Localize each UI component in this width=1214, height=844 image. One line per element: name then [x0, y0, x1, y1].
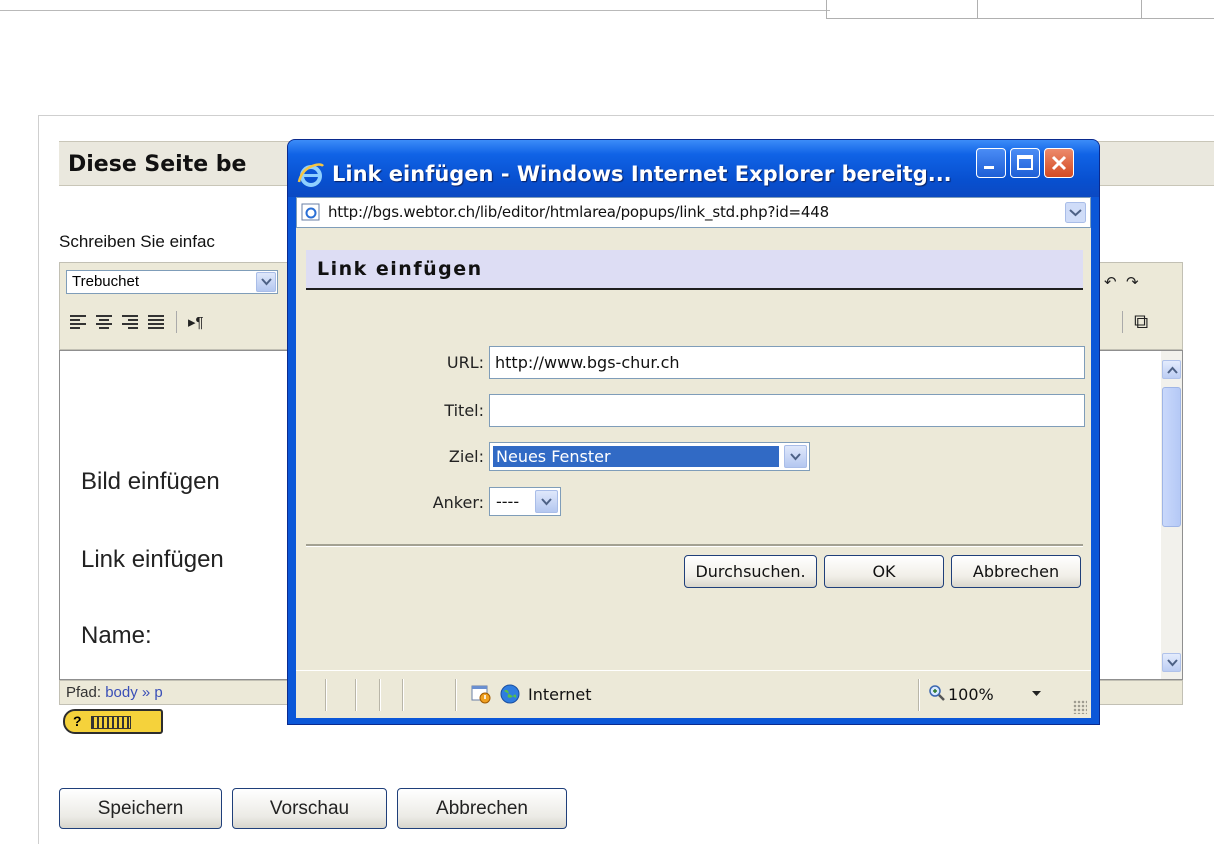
- title-label: Titel:: [444, 401, 484, 420]
- globe-icon: [500, 684, 520, 704]
- undo-icon[interactable]: ↶: [1104, 273, 1117, 291]
- zoom-dropdown-icon[interactable]: [1032, 691, 1041, 697]
- security-zone-label: Internet: [528, 685, 592, 704]
- magnifier-icon[interactable]: [928, 684, 946, 702]
- ok-button[interactable]: OK: [824, 555, 944, 588]
- dialog-title: Link einfügen: [306, 250, 1083, 290]
- target-value: Neues Fenster: [493, 446, 779, 467]
- pilcrow-ltr-icon[interactable]: ▸¶: [188, 313, 204, 331]
- anchor-value: ----: [496, 492, 520, 511]
- chevron-down-icon[interactable]: [535, 490, 558, 513]
- url-label: URL:: [446, 353, 484, 372]
- window-title: Link einfügen - Windows Internet Explore…: [332, 162, 952, 186]
- dialog-content: Link einfügen URL: http://www.bgs-chur.c…: [296, 228, 1091, 670]
- zoom-level[interactable]: 100%: [948, 685, 994, 704]
- resize-grip-icon[interactable]: [1073, 700, 1087, 714]
- preview-button[interactable]: Vorschau: [232, 788, 387, 829]
- path-separator: »: [141, 684, 151, 701]
- status-divider: [918, 679, 920, 711]
- chevron-down-icon[interactable]: [784, 445, 807, 468]
- anchor-select[interactable]: ----: [489, 487, 561, 516]
- target-select[interactable]: Neues Fenster: [489, 442, 810, 471]
- anchor-label: Anker:: [432, 493, 484, 512]
- save-button[interactable]: Speichern: [59, 788, 222, 829]
- title-input[interactable]: [489, 394, 1085, 427]
- align-justify-icon[interactable]: [148, 315, 164, 329]
- minimize-icon[interactable]: [976, 148, 1006, 178]
- toolbar-separator: [176, 311, 177, 333]
- address-url: http://bgs.webtor.ch/lib/editor/htmlarea…: [328, 203, 829, 221]
- scroll-down-icon[interactable]: [1162, 653, 1181, 672]
- font-family-select[interactable]: Trebuchet: [66, 270, 278, 294]
- status-divider: [325, 679, 327, 711]
- align-left-icon[interactable]: [70, 315, 86, 329]
- status-divider: [379, 679, 381, 711]
- align-right-icon[interactable]: [122, 315, 138, 329]
- help-badge: ?: [73, 713, 82, 729]
- instruction-text: Schreiben Sie einfac: [59, 232, 215, 251]
- popup-blocked-icon[interactable]: [470, 683, 492, 705]
- status-divider: [455, 679, 457, 711]
- chevron-down-icon[interactable]: [256, 272, 276, 292]
- top-tab[interactable]: [826, 0, 977, 19]
- keyboard-icon: [91, 716, 131, 729]
- scroll-thumb[interactable]: [1162, 387, 1181, 527]
- editor-line: Link einfügen: [81, 546, 224, 573]
- font-family-value: Trebuchet: [72, 273, 139, 290]
- maximize-icon[interactable]: [1010, 148, 1040, 178]
- status-divider: [402, 679, 404, 711]
- editor-line: Bild einfügen: [81, 468, 220, 495]
- scroll-up-icon[interactable]: [1162, 360, 1181, 379]
- align-center-icon[interactable]: [96, 315, 112, 329]
- cancel-button[interactable]: Abbrechen: [397, 788, 567, 829]
- address-bar[interactable]: http://bgs.webtor.ch/lib/editor/htmlarea…: [296, 197, 1091, 228]
- window-titlebar[interactable]: Link einfügen - Windows Internet Explore…: [288, 140, 1099, 197]
- top-rule: [0, 10, 830, 11]
- editor-line: Name:: [81, 622, 152, 649]
- redo-icon[interactable]: ↷: [1126, 273, 1139, 291]
- fullscreen-icon[interactable]: ⧉: [1134, 311, 1148, 334]
- dialog-cancel-button[interactable]: Abbrechen: [951, 555, 1081, 588]
- top-tab-strip: [826, 0, 1214, 19]
- path-label: Pfad:: [66, 684, 102, 701]
- link-popup-window: Link einfügen - Windows Internet Explore…: [287, 139, 1100, 725]
- close-icon[interactable]: [1044, 148, 1074, 178]
- ie-status-bar: Internet 100%: [296, 670, 1091, 718]
- top-tab[interactable]: [1141, 0, 1214, 19]
- ie-page-icon: [301, 203, 320, 221]
- top-tab[interactable]: [977, 0, 1141, 19]
- url-input[interactable]: http://www.bgs-chur.ch: [489, 346, 1085, 379]
- path-p-link[interactable]: p: [154, 684, 162, 701]
- path-body-link[interactable]: body: [105, 684, 138, 701]
- dialog-divider: [306, 544, 1083, 547]
- toolbar-separator: [1122, 311, 1123, 333]
- keyboard-help-icon[interactable]: ?: [63, 709, 163, 734]
- target-label: Ziel:: [448, 447, 484, 466]
- browse-button[interactable]: Durchsuchen.: [684, 555, 817, 588]
- chevron-down-icon[interactable]: [1065, 202, 1086, 223]
- status-divider: [355, 679, 357, 711]
- ie-logo-icon: [297, 163, 324, 187]
- editor-scrollbar[interactable]: [1161, 351, 1182, 679]
